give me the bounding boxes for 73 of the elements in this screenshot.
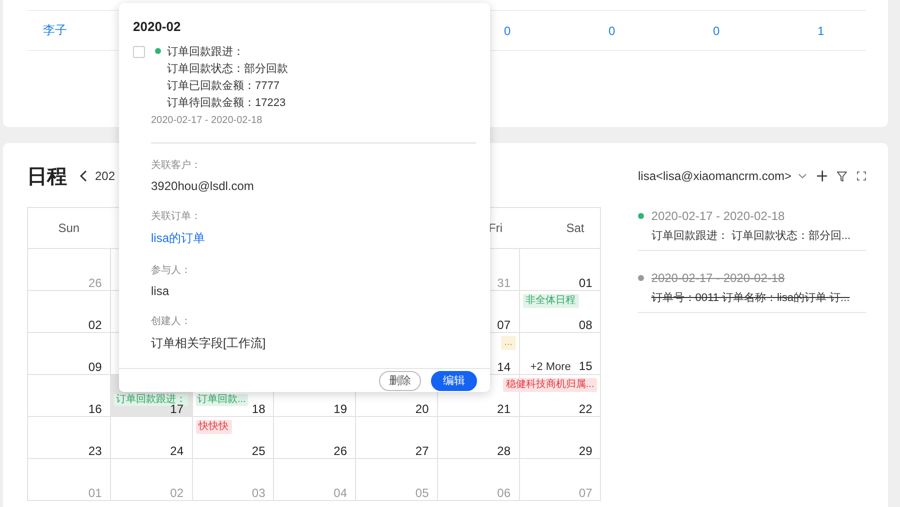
day-number: 29 bbox=[578, 445, 592, 457]
event-detail-line: 订单待回款金额：17223 bbox=[167, 96, 287, 111]
event-chip[interactable]: ... bbox=[501, 336, 516, 350]
day-number: 02 bbox=[88, 319, 102, 331]
field-label: 关联客户： bbox=[151, 158, 202, 172]
expand-icon[interactable] bbox=[857, 171, 866, 181]
field-value: 3920hou@lsdl.com bbox=[151, 179, 255, 193]
plus-icon[interactable] bbox=[816, 170, 828, 182]
edit-button[interactable]: 编辑 bbox=[431, 370, 477, 390]
event-detail-line: 订单回款状态：部分回款 bbox=[167, 62, 288, 77]
field-label: 关联订单： bbox=[151, 210, 202, 223]
chevron-left-icon[interactable] bbox=[79, 170, 89, 182]
customer-link[interactable]: 李子 bbox=[43, 22, 67, 39]
day-number: 31 bbox=[497, 277, 511, 289]
day-number: 01 bbox=[88, 487, 102, 499]
field-label: 创建人： bbox=[151, 314, 192, 328]
day-number: 26 bbox=[334, 445, 348, 457]
day-number: 09 bbox=[88, 361, 102, 373]
order-link[interactable]: lisa的订单 bbox=[151, 230, 476, 247]
count-link[interactable]: 1 bbox=[818, 24, 824, 38]
day-number: 04 bbox=[334, 487, 348, 499]
popover-title: 2020-02 bbox=[133, 19, 182, 34]
day-number: 27 bbox=[415, 445, 429, 457]
weekday-label: Sat bbox=[566, 221, 584, 235]
agenda-date: 2020-02-17 - 2020-02-18 bbox=[651, 271, 785, 285]
event-chip[interactable]: 稳健科技商机归属... bbox=[502, 378, 598, 392]
day-number: 17 bbox=[170, 403, 184, 415]
agenda-date: 2020-02-17 - 2020-02-18 bbox=[651, 209, 785, 223]
day-number: 07 bbox=[497, 319, 511, 331]
day-number: 15 bbox=[578, 360, 592, 372]
day-number: 21 bbox=[497, 403, 511, 415]
event-chip[interactable]: 订单回款... bbox=[196, 394, 248, 406]
day-number: 26 bbox=[88, 277, 102, 289]
day-number: 06 bbox=[497, 487, 511, 499]
day-number: 16 bbox=[88, 403, 102, 415]
account-selector[interactable]: lisa<lisa@xiaomancrm.com> bbox=[638, 169, 792, 183]
checkbox[interactable] bbox=[133, 46, 145, 58]
event-detail-line: 订单已回款金额：7777 bbox=[167, 78, 280, 94]
chevron-down-icon[interactable] bbox=[798, 172, 806, 180]
event-chip[interactable]: 订单回款跟进： bbox=[114, 394, 188, 406]
day-number: 02 bbox=[170, 487, 184, 499]
delete-button[interactable]: 删除 bbox=[379, 370, 421, 390]
day-number: 18 bbox=[252, 403, 266, 415]
more-link[interactable]: +2 More bbox=[530, 361, 571, 373]
period-label: 202 bbox=[95, 169, 116, 183]
day-number: 07 bbox=[578, 487, 592, 499]
count-link[interactable]: 0 bbox=[504, 24, 511, 38]
count-link[interactable]: 0 bbox=[608, 24, 616, 38]
day-number: 23 bbox=[88, 445, 102, 457]
day-number: 25 bbox=[252, 445, 266, 457]
agenda-item[interactable]: 订单回款跟进： 订单回款状态：部分回... bbox=[638, 228, 866, 243]
field-label: 参与人： bbox=[151, 264, 192, 277]
agenda-item[interactable]: 订单号：0011 订单名称：lisa的订单 订... bbox=[638, 290, 866, 305]
filter-icon[interactable] bbox=[837, 170, 848, 182]
day-number: 24 bbox=[170, 445, 184, 457]
day-number: 08 bbox=[578, 319, 592, 331]
weekday-label: Sun bbox=[58, 221, 80, 235]
field-value: lisa bbox=[151, 284, 170, 298]
event-date-range: 2020-02-17 - 2020-02-18 bbox=[151, 115, 264, 126]
event-chip[interactable]: 快快快 bbox=[196, 420, 232, 434]
day-number: 19 bbox=[334, 403, 348, 415]
field-value: 订单相关字段[工作流] bbox=[151, 335, 267, 352]
day-number: 20 bbox=[415, 403, 429, 415]
day-number: 03 bbox=[252, 487, 266, 499]
event-chip[interactable]: 非全体日程 bbox=[522, 294, 579, 308]
day-number: 22 bbox=[578, 403, 592, 415]
day-number: 01 bbox=[578, 277, 592, 289]
day-number: 14 bbox=[497, 361, 511, 373]
day-number: 05 bbox=[415, 487, 429, 499]
schedule-title: 日程 bbox=[27, 164, 67, 190]
event-detail-line: 订单回款跟进： bbox=[167, 45, 245, 60]
day-number: 28 bbox=[497, 445, 511, 457]
count-link[interactable]: 0 bbox=[713, 24, 720, 38]
